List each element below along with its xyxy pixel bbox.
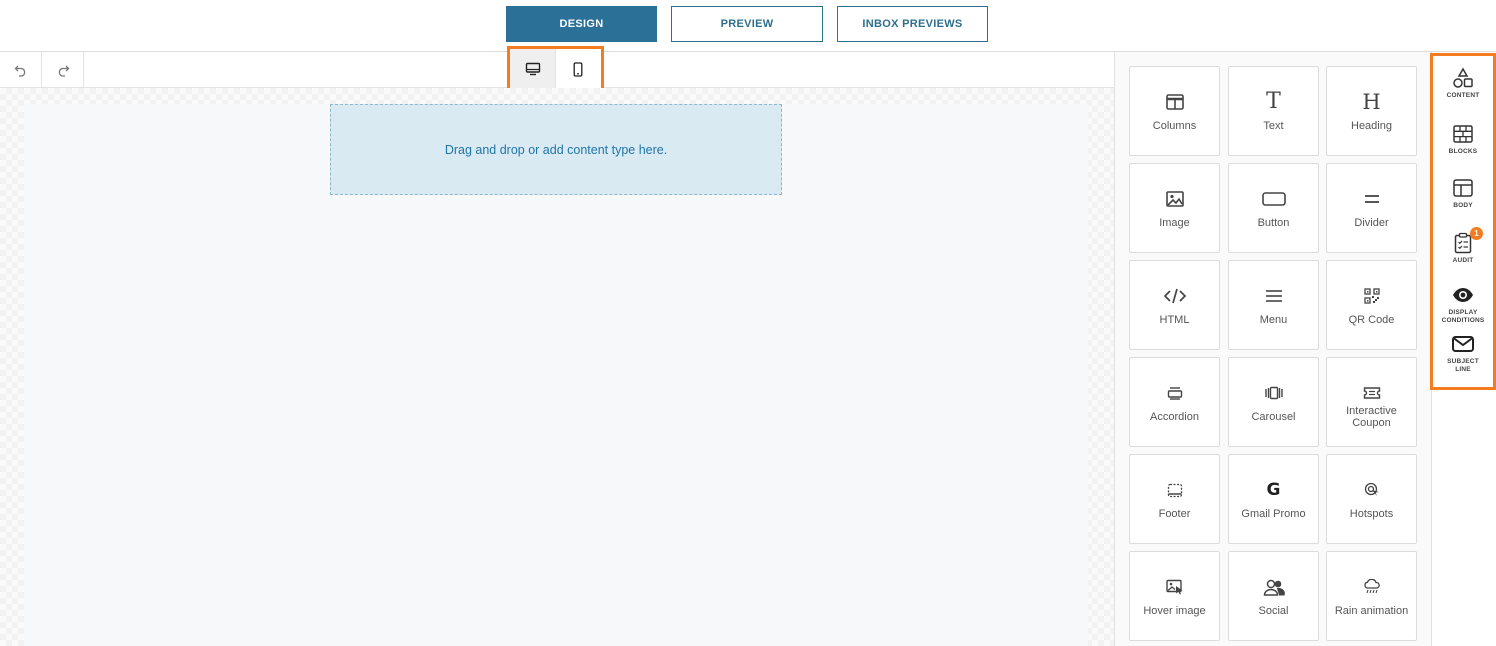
rail-label: BODY bbox=[1453, 202, 1473, 209]
rail-blocks[interactable]: BLOCKS bbox=[1433, 122, 1493, 156]
tile-label: Hover image bbox=[1143, 605, 1206, 617]
tile-label: Hotspots bbox=[1349, 508, 1394, 520]
carousel-icon bbox=[1229, 382, 1318, 404]
clipboard-icon: 1 bbox=[1453, 227, 1483, 255]
redo-icon bbox=[56, 63, 70, 77]
editor-canvas: Drag and drop or add content type here. bbox=[0, 88, 1114, 646]
tile-label: Social bbox=[1258, 605, 1289, 617]
tile-label: Carousel bbox=[1251, 411, 1296, 423]
tile-label: Columns bbox=[1152, 120, 1197, 132]
tab-preview[interactable]: PREVIEW bbox=[671, 6, 823, 42]
tile-social[interactable]: Social bbox=[1228, 551, 1319, 641]
tile-label: Text bbox=[1263, 120, 1284, 132]
tile-label: Menu bbox=[1259, 314, 1288, 326]
desktop-view-button[interactable] bbox=[510, 49, 555, 89]
dropzone-text: Drag and drop or add content type here. bbox=[444, 142, 668, 157]
tile-qr-code[interactable]: QR Code bbox=[1326, 260, 1417, 350]
tile-divider[interactable]: Divider bbox=[1326, 163, 1417, 253]
rail-audit[interactable]: 1 AUDIT bbox=[1433, 227, 1493, 265]
tile-accordion[interactable]: Accordion bbox=[1129, 357, 1220, 447]
rain-icon bbox=[1327, 576, 1416, 598]
undo-button[interactable] bbox=[0, 52, 42, 87]
redo-button[interactable] bbox=[42, 52, 84, 87]
divider-icon bbox=[1327, 188, 1416, 210]
tile-label: Image bbox=[1159, 217, 1190, 229]
rail-body[interactable]: BODY bbox=[1433, 176, 1493, 210]
tile-label: QR Code bbox=[1348, 314, 1395, 326]
tile-label: Gmail Promo bbox=[1241, 508, 1306, 520]
button-icon bbox=[1229, 188, 1318, 210]
rail-label: AUDIT bbox=[1452, 257, 1474, 264]
hover-image-icon bbox=[1130, 576, 1219, 598]
rail-label: DISPLAY CONDITIONS bbox=[1441, 309, 1485, 324]
menu-icon bbox=[1229, 285, 1318, 307]
tile-footer[interactable]: Footer bbox=[1129, 454, 1220, 544]
tile-heading[interactable]: H Heading bbox=[1326, 66, 1417, 156]
tile-image[interactable]: Image bbox=[1129, 163, 1220, 253]
hotspots-icon bbox=[1327, 479, 1416, 501]
accordion-icon bbox=[1130, 382, 1219, 404]
tile-menu[interactable]: Menu bbox=[1228, 260, 1319, 350]
audit-badge: 1 bbox=[1470, 227, 1483, 240]
tile-interactive-coupon[interactable]: Interactive Coupon bbox=[1326, 357, 1417, 447]
tile-text[interactable]: T Text bbox=[1228, 66, 1319, 156]
desktop-icon bbox=[525, 62, 541, 76]
eye-icon bbox=[1452, 283, 1474, 307]
tile-hover-image[interactable]: Hover image bbox=[1129, 551, 1220, 641]
coupon-icon bbox=[1327, 382, 1416, 404]
tile-gmail-promo[interactable]: G Gmail Promo bbox=[1228, 454, 1319, 544]
tile-hotspots[interactable]: Hotspots bbox=[1326, 454, 1417, 544]
html-icon bbox=[1130, 285, 1219, 307]
top-tab-bar: DESIGN PREVIEW INBOX PREVIEWS bbox=[0, 0, 1496, 52]
text-icon: T bbox=[1266, 89, 1281, 114]
columns-icon bbox=[1130, 91, 1219, 113]
side-rail: CONTENT BLOCKS BODY 1 AUDIT DISPLAY COND… bbox=[1430, 53, 1496, 390]
image-icon bbox=[1130, 188, 1219, 210]
tile-html[interactable]: HTML bbox=[1129, 260, 1220, 350]
tile-label: Interactive Coupon bbox=[1346, 405, 1397, 429]
device-toggle bbox=[507, 46, 604, 92]
email-body[interactable]: Drag and drop or add content type here. bbox=[24, 104, 1088, 646]
heading-icon: H bbox=[1362, 90, 1381, 114]
social-icon bbox=[1229, 576, 1318, 598]
tile-label: Rain animation bbox=[1334, 605, 1409, 617]
tile-label: Accordion bbox=[1150, 411, 1199, 423]
mobile-view-button[interactable] bbox=[555, 49, 600, 89]
editor-toolbar bbox=[0, 46, 1114, 92]
google-icon: G bbox=[1266, 480, 1281, 500]
tab-design[interactable]: DESIGN bbox=[506, 6, 657, 42]
tile-label: Heading bbox=[1351, 120, 1392, 132]
rail-label: SUBJECT LINE bbox=[1447, 358, 1479, 373]
mobile-icon bbox=[573, 61, 583, 77]
tile-label: Footer bbox=[1158, 508, 1191, 520]
tile-columns[interactable]: Columns bbox=[1129, 66, 1220, 156]
rail-content[interactable]: CONTENT bbox=[1433, 66, 1493, 100]
rail-label: BLOCKS bbox=[1448, 148, 1478, 155]
blocks-icon bbox=[1452, 122, 1474, 146]
content-panel: Columns T Text H Heading Image Button Di… bbox=[1114, 52, 1432, 646]
content-dropzone[interactable]: Drag and drop or add content type here. bbox=[330, 104, 782, 195]
tab-inbox-previews[interactable]: INBOX PREVIEWS bbox=[837, 6, 988, 42]
tile-label: Button bbox=[1257, 217, 1290, 229]
rail-display-conditions[interactable]: DISPLAY CONDITIONS bbox=[1433, 283, 1493, 325]
tile-carousel[interactable]: Carousel bbox=[1228, 357, 1319, 447]
tile-rain-animation[interactable]: Rain animation bbox=[1326, 551, 1417, 641]
undo-icon bbox=[14, 63, 28, 77]
layout-icon bbox=[1452, 176, 1474, 200]
tile-button[interactable]: Button bbox=[1228, 163, 1319, 253]
rail-label: CONTENT bbox=[1446, 92, 1480, 99]
footer-icon bbox=[1130, 479, 1219, 501]
rail-subject-line[interactable]: SUBJECT LINE bbox=[1433, 332, 1493, 374]
tile-label: Divider bbox=[1354, 217, 1389, 229]
tile-label: HTML bbox=[1159, 314, 1190, 326]
envelope-icon bbox=[1451, 332, 1475, 356]
shapes-icon bbox=[1452, 66, 1474, 90]
qr-code-icon bbox=[1327, 285, 1416, 307]
